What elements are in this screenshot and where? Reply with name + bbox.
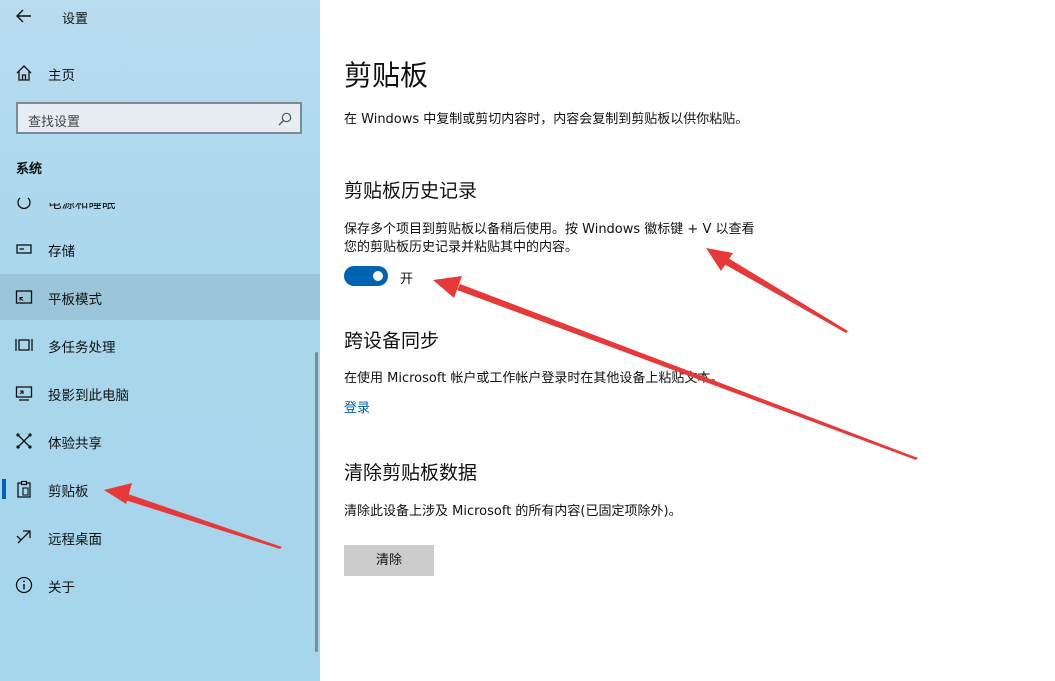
- sidebar-item-shared-experiences[interactable]: 体验共享: [0, 418, 320, 464]
- clipboard-history-toggle[interactable]: [344, 266, 388, 286]
- sidebar-item-multitasking[interactable]: 多任务处理: [0, 322, 320, 368]
- sidebar-item-label: 远程桌面: [48, 532, 102, 548]
- toggle-knob: [373, 271, 383, 281]
- power-icon: [14, 192, 34, 212]
- section-label: 系统: [16, 162, 43, 177]
- sidebar-item-label: 主页: [48, 68, 75, 84]
- sidebar-item-tablet-mode[interactable]: 平板模式: [0, 274, 320, 320]
- clipboard-icon: [14, 479, 34, 499]
- sidebar-item-about[interactable]: 关于: [0, 562, 320, 608]
- tablet-icon: [14, 287, 34, 307]
- sidebar-item-power[interactable]: 电源和睡眠: [0, 178, 320, 224]
- sidebar-item-label: 关于: [48, 580, 75, 596]
- clear-desc: 清除此设备上涉及 Microsoft 的所有内容(已固定项除外)。: [344, 504, 682, 519]
- sidebar-item-projection[interactable]: 投影到此电脑: [0, 370, 320, 416]
- sidebar-item-label: 体验共享: [48, 436, 102, 452]
- back-arrow-icon[interactable]: [12, 4, 36, 28]
- history-desc-line1: 保存多个项目到剪贴板以备稍后使用。按 Windows 徽标键 + V 以查看: [344, 222, 755, 237]
- history-desc-line2: 您的剪贴板历史记录并粘贴其中的内容。: [344, 240, 579, 255]
- clear-heading: 清除剪贴板数据: [344, 462, 478, 484]
- sync-desc: 在使用 Microsoft 帐户或工作帐户登录时在其他设备上粘贴文本。: [344, 371, 724, 386]
- remote-desktop-icon: [14, 527, 34, 547]
- sidebar-item-label: 多任务处理: [48, 340, 116, 356]
- sidebar-item-label: 平板模式: [48, 292, 102, 308]
- settings-sidebar: 设置 主页 查找设置 系统 电源和睡眠 存储 平板模式 多任务处理 投影到此电脑…: [0, 0, 320, 681]
- share-icon: [14, 431, 34, 451]
- multitasking-icon: [14, 335, 34, 355]
- search-placeholder: 查找设置: [28, 115, 81, 130]
- sidebar-item-home[interactable]: 主页: [0, 50, 320, 96]
- sidebar-item-label: 剪贴板: [48, 484, 89, 500]
- page-title: 剪贴板: [344, 59, 429, 92]
- sign-in-link[interactable]: 登录: [344, 397, 370, 416]
- main-content: 剪贴板 在 Windows 中复制或剪切内容时，内容会复制到剪贴板以供你粘贴。 …: [320, 0, 1055, 681]
- search-input[interactable]: 查找设置: [16, 102, 302, 134]
- projection-icon: [14, 383, 34, 403]
- sidebar-scrollbar[interactable]: [315, 352, 318, 652]
- info-icon: [14, 575, 34, 595]
- sidebar-item-label: 电源和睡眠: [48, 196, 116, 212]
- title-bar: 设置: [0, 0, 320, 34]
- sidebar-item-remote-desktop[interactable]: 远程桌面: [0, 514, 320, 560]
- sync-heading: 跨设备同步: [344, 330, 440, 352]
- sidebar-item-storage[interactable]: 存储: [0, 226, 320, 272]
- search-icon[interactable]: [277, 111, 293, 127]
- intro-text: 在 Windows 中复制或剪切内容时，内容会复制到剪贴板以供你粘贴。: [344, 112, 749, 127]
- storage-icon: [14, 239, 34, 259]
- home-icon: [14, 63, 34, 83]
- app-title: 设置: [62, 12, 89, 27]
- clear-button[interactable]: 清除: [344, 545, 434, 576]
- sidebar-item-label: 投影到此电脑: [48, 388, 129, 404]
- toggle-state-label: 开: [400, 272, 414, 287]
- selection-indicator: [2, 479, 6, 499]
- sidebar-item-label: 存储: [48, 244, 75, 260]
- history-heading: 剪贴板历史记录: [344, 180, 478, 202]
- sidebar-item-clipboard[interactable]: 剪贴板: [0, 466, 320, 512]
